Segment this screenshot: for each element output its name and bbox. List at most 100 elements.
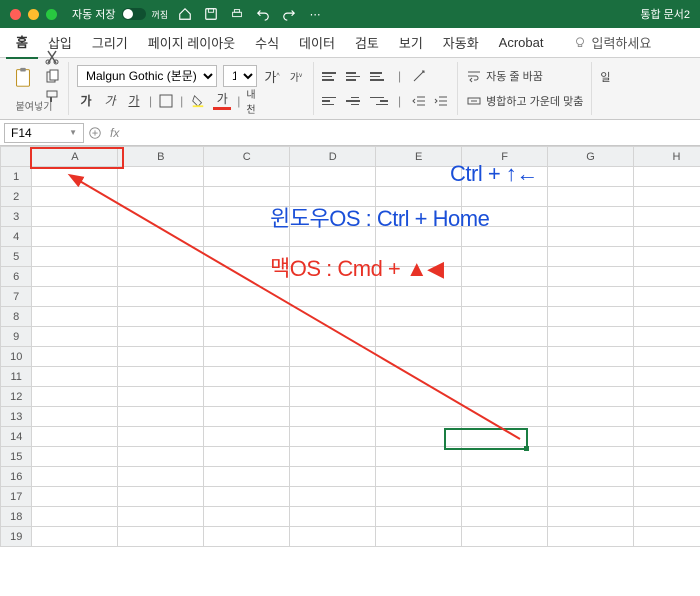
cell[interactable] [548, 347, 634, 367]
cell[interactable] [290, 487, 376, 507]
cell[interactable] [548, 167, 634, 187]
number-format-label[interactable]: 일 [600, 64, 610, 90]
cell[interactable] [548, 307, 634, 327]
save-icon[interactable] [204, 7, 218, 21]
cell[interactable] [290, 447, 376, 467]
align-left-icon[interactable] [322, 92, 340, 110]
cell[interactable] [204, 407, 290, 427]
tab-draw[interactable]: 그리기 [82, 27, 138, 58]
cell[interactable] [118, 527, 204, 547]
row-header[interactable]: 16 [1, 467, 32, 487]
cell[interactable] [32, 267, 118, 287]
row-header[interactable]: 5 [1, 247, 32, 267]
cell[interactable] [118, 247, 204, 267]
cell[interactable] [290, 407, 376, 427]
decrease-indent-icon[interactable] [411, 93, 427, 109]
cell[interactable] [548, 507, 634, 527]
cell[interactable] [462, 267, 548, 287]
cell[interactable] [376, 167, 462, 187]
cell[interactable] [118, 187, 204, 207]
cell[interactable] [204, 287, 290, 307]
cell[interactable] [462, 527, 548, 547]
cell[interactable] [118, 507, 204, 527]
cell[interactable] [376, 367, 462, 387]
cell[interactable] [118, 367, 204, 387]
col-header-d[interactable]: D [290, 147, 376, 167]
cell[interactable] [290, 247, 376, 267]
cell[interactable] [118, 487, 204, 507]
cell[interactable] [204, 267, 290, 287]
row-header[interactable]: 7 [1, 287, 32, 307]
cell[interactable] [204, 467, 290, 487]
row-header[interactable]: 12 [1, 387, 32, 407]
cell[interactable] [32, 467, 118, 487]
cell[interactable] [290, 467, 376, 487]
insert-function-icon[interactable] [88, 126, 102, 140]
cell[interactable] [376, 507, 462, 527]
cell[interactable] [462, 207, 548, 227]
cell[interactable] [290, 227, 376, 247]
cell[interactable] [462, 427, 548, 447]
cell[interactable] [462, 447, 548, 467]
fill-color-button[interactable] [189, 92, 207, 110]
cell[interactable] [32, 247, 118, 267]
cell[interactable] [376, 427, 462, 447]
phonetic-guide-button[interactable]: 내천 [246, 92, 264, 110]
cell[interactable] [634, 207, 700, 227]
autosave-toggle[interactable]: 자동 저장 꺼짐 [72, 6, 168, 22]
cell[interactable] [376, 227, 462, 247]
undo-icon[interactable] [256, 7, 270, 21]
cell[interactable] [548, 207, 634, 227]
cell[interactable] [462, 407, 548, 427]
font-family-select[interactable]: Malgun Gothic (본문) [77, 65, 217, 87]
cell[interactable] [204, 447, 290, 467]
border-icon[interactable] [158, 93, 174, 109]
home-icon[interactable] [178, 7, 192, 21]
cell[interactable] [634, 327, 700, 347]
cell[interactable] [376, 487, 462, 507]
cell[interactable] [462, 347, 548, 367]
cell[interactable] [204, 427, 290, 447]
col-header-g[interactable]: G [548, 147, 634, 167]
cell[interactable] [32, 427, 118, 447]
cell[interactable] [204, 347, 290, 367]
print-icon[interactable] [230, 7, 244, 21]
cell[interactable] [462, 327, 548, 347]
row-header[interactable]: 14 [1, 427, 32, 447]
row-header[interactable]: 4 [1, 227, 32, 247]
cell[interactable] [290, 267, 376, 287]
cell[interactable] [634, 367, 700, 387]
row-header[interactable]: 2 [1, 187, 32, 207]
col-header-h[interactable]: H [634, 147, 700, 167]
cell[interactable] [376, 527, 462, 547]
cell[interactable] [118, 267, 204, 287]
cell[interactable] [548, 187, 634, 207]
formula-input[interactable] [127, 120, 700, 145]
italic-button[interactable]: 가 [101, 92, 119, 110]
maximize-window-button[interactable] [46, 9, 57, 20]
tab-acrobat[interactable]: Acrobat [489, 29, 554, 56]
cell[interactable] [204, 387, 290, 407]
cell[interactable] [118, 167, 204, 187]
cell[interactable] [32, 227, 118, 247]
cell[interactable] [32, 507, 118, 527]
tab-review[interactable]: 검토 [345, 27, 389, 58]
col-header-b[interactable]: B [118, 147, 204, 167]
cell[interactable] [118, 347, 204, 367]
cell[interactable] [462, 507, 548, 527]
cell[interactable] [118, 387, 204, 407]
cell[interactable] [118, 447, 204, 467]
tell-me-search[interactable]: 입력하세요 [573, 33, 651, 52]
cell[interactable] [204, 247, 290, 267]
wrap-text-button[interactable]: 자동 줄 바꿈 [466, 64, 583, 89]
more-icon[interactable]: ⋯ [308, 7, 322, 21]
row-header[interactable]: 15 [1, 447, 32, 467]
cell[interactable] [634, 527, 700, 547]
cell[interactable] [290, 507, 376, 527]
cell[interactable] [32, 407, 118, 427]
row-header[interactable]: 13 [1, 407, 32, 427]
decrease-font-icon[interactable]: 가v [287, 67, 305, 85]
cell[interactable] [634, 447, 700, 467]
spreadsheet-grid[interactable]: A B C D E F G H 123456789101112131415161… [0, 146, 700, 547]
cell[interactable] [462, 487, 548, 507]
